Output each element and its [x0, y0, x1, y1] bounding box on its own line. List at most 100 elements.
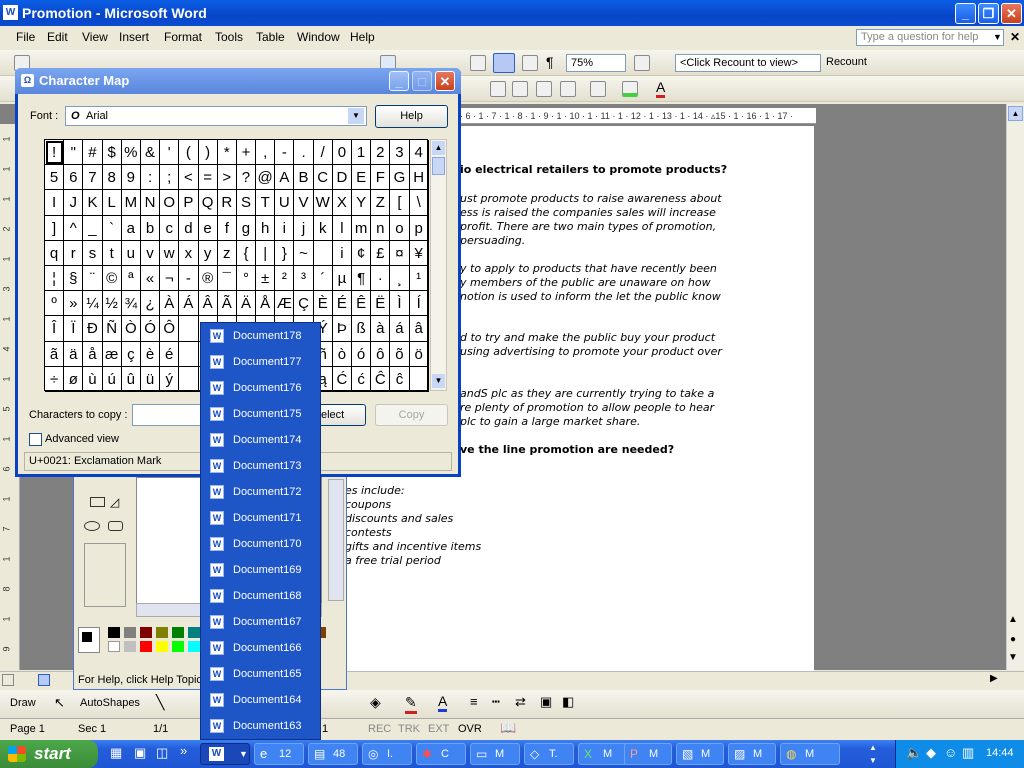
char-cell[interactable]: Ä	[236, 291, 257, 317]
char-cell[interactable]: ~	[294, 240, 314, 266]
char-cell[interactable]: w	[160, 240, 180, 266]
char-cell[interactable]: j	[294, 215, 314, 241]
char-cell[interactable]: §	[64, 265, 84, 292]
char-cell[interactable]	[313, 240, 333, 266]
char-cell[interactable]: B	[294, 165, 314, 191]
char-cell[interactable]: +	[236, 140, 257, 166]
current-colors[interactable]	[78, 627, 100, 653]
palette-color[interactable]	[108, 627, 120, 638]
char-cell[interactable]: \	[409, 190, 429, 216]
char-cell[interactable]: X	[332, 190, 352, 216]
char-cell[interactable]: ,	[256, 140, 276, 166]
taskbar-task[interactable]: ▨ M	[728, 743, 776, 765]
status-ovr[interactable]: OVR	[458, 723, 482, 735]
char-cell[interactable]: (	[179, 140, 199, 166]
palette-color[interactable]	[188, 641, 200, 652]
char-cell[interactable]: ß	[352, 316, 372, 342]
char-cell[interactable]: ®	[198, 265, 218, 292]
charmap-minimize-button[interactable]: _	[389, 71, 409, 91]
palette-color[interactable]	[188, 627, 200, 638]
char-cell[interactable]: °	[236, 265, 257, 292]
char-cell[interactable]: ¼	[83, 291, 103, 317]
char-cell[interactable]: -	[275, 140, 295, 166]
char-cell[interactable]: ö	[409, 341, 429, 367]
char-cell[interactable]: V	[294, 190, 314, 216]
normal-view-icon[interactable]	[2, 674, 14, 686]
char-cell[interactable]: ç	[121, 341, 141, 367]
taskbar-task[interactable]: ◇ T.	[524, 743, 574, 765]
char-cell[interactable]: Ç	[294, 291, 314, 317]
char-cell[interactable]: :	[140, 165, 161, 191]
char-cell[interactable]: {	[236, 240, 257, 266]
char-cell[interactable]: -	[179, 265, 199, 292]
char-cell[interactable]: #	[83, 140, 103, 166]
rounded-rect-tool-icon[interactable]	[108, 521, 123, 531]
char-cell[interactable]: ^	[64, 215, 84, 241]
scroll-up-icon[interactable]: ▲	[1008, 106, 1023, 121]
taskbar-task[interactable]: ▧ M	[676, 743, 724, 765]
document-item[interactable]: W Document168	[201, 583, 322, 609]
browse-object-icon[interactable]: ●	[1010, 634, 1016, 645]
char-cell[interactable]: <	[179, 165, 199, 191]
show-desktop-icon[interactable]: ▦	[110, 745, 122, 761]
char-cell[interactable]: H	[409, 165, 429, 191]
char-cell[interactable]: ú	[102, 366, 122, 392]
taskbar-task[interactable]: ▭ M	[470, 743, 520, 765]
char-cell[interactable]: z	[217, 240, 237, 266]
fill-color-icon[interactable]: ◈	[370, 694, 381, 711]
char-cell[interactable]: v	[140, 240, 161, 266]
char-cell[interactable]: $	[102, 140, 122, 166]
charmap-app-icon[interactable]: Ω	[21, 74, 34, 87]
char-cell[interactable]: 5	[45, 165, 65, 191]
char-cell[interactable]: è	[140, 341, 161, 367]
char-cell[interactable]: Â	[198, 291, 218, 317]
char-cell[interactable]: %	[121, 140, 141, 166]
char-cell[interactable]: Þ	[332, 316, 352, 342]
char-cell[interactable]: ¯	[217, 265, 237, 292]
char-cell[interactable]: k	[313, 215, 333, 241]
char-cell[interactable]: Ð	[83, 316, 103, 342]
char-cell[interactable]: ¿	[140, 291, 161, 317]
zoom-combo[interactable]: 75%	[566, 54, 626, 72]
palette-color[interactable]	[124, 627, 136, 638]
menu-window[interactable]: Window	[297, 30, 340, 44]
char-cell[interactable]: p	[409, 215, 429, 241]
char-cell[interactable]: c	[160, 215, 180, 241]
char-cell[interactable]: M	[121, 190, 141, 216]
char-cell[interactable]: û	[121, 366, 141, 392]
ellipse-tool-icon[interactable]	[84, 521, 100, 531]
char-cell[interactable]: h	[256, 215, 276, 241]
recount-button[interactable]: Recount	[826, 56, 867, 68]
menu-file[interactable]: File	[16, 30, 35, 44]
char-cell[interactable]: d	[179, 215, 199, 241]
char-cell[interactable]: Á	[179, 291, 199, 317]
print-layout-icon[interactable]	[38, 674, 50, 686]
restore-button[interactable]: ❐	[978, 3, 999, 24]
char-cell[interactable]: W	[313, 190, 333, 216]
taskbar-task[interactable]: ◍ M	[780, 743, 840, 765]
char-cell[interactable]: ¢	[352, 240, 372, 266]
quicklaunch-overflow-icon[interactable]: »	[180, 743, 187, 758]
menu-edit[interactable]: Edit	[47, 30, 68, 44]
char-cell[interactable]: ³	[294, 265, 314, 292]
char-cell[interactable]: 0	[332, 140, 352, 166]
select-button[interactable]: elect	[318, 404, 366, 426]
char-cell[interactable]: ć	[352, 366, 372, 392]
char-cell[interactable]: R	[217, 190, 237, 216]
char-cell[interactable]: ¬	[160, 265, 180, 292]
palette-color[interactable]	[156, 627, 168, 638]
document-item[interactable]: W Document163	[201, 713, 322, 739]
3d-icon[interactable]: ◧	[562, 694, 574, 710]
char-cell[interactable]: £	[371, 240, 391, 266]
char-cell[interactable]: Ë	[371, 291, 391, 317]
char-cell[interactable]: ´	[313, 265, 333, 292]
char-cell[interactable]: ª	[121, 265, 141, 292]
line-color-icon[interactable]: ✎	[405, 694, 417, 714]
char-cell[interactable]: a	[121, 215, 141, 241]
messenger-icon[interactable]: ☺	[944, 745, 957, 760]
document-item[interactable]: W Document164	[201, 687, 322, 713]
char-cell[interactable]: K	[83, 190, 103, 216]
document-close-icon[interactable]: ✕	[1010, 30, 1020, 44]
char-cell[interactable]: r	[64, 240, 84, 266]
char-cell[interactable]: Ć	[332, 366, 352, 392]
